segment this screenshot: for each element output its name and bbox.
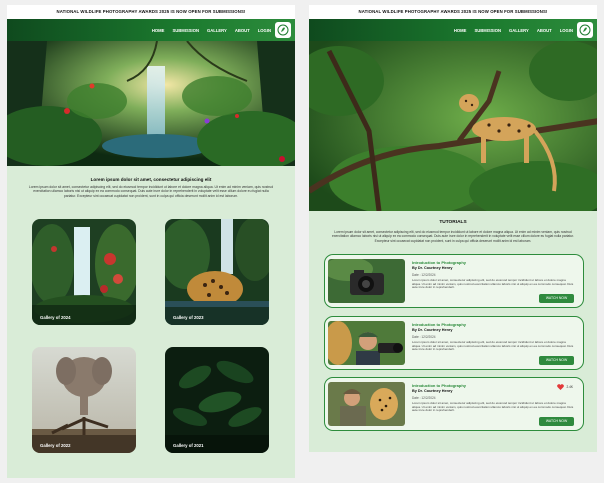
gallery-card-2021[interactable]: Gallery of 2021 <box>165 347 269 453</box>
intro-body: Lorem ipsum dolor sit amet, consectetur … <box>28 185 274 198</box>
tutorial-date: Date : 12/2/2024 <box>412 396 436 400</box>
tutorial-name[interactable]: Introduction to Photography <box>412 322 574 327</box>
tutorial-name[interactable]: Introduction to Photography <box>412 383 574 388</box>
gallery-label: Gallery of 2021 <box>173 443 204 448</box>
nav-submission[interactable]: SUBMISSION <box>474 28 501 33</box>
leaf-camera-logo-icon[interactable] <box>275 22 291 38</box>
nav-home[interactable]: HOME <box>152 28 165 33</box>
tutorial-description: Lorem ipsum dolor sit amet, consectetur … <box>412 340 574 352</box>
gallery-page-panel: NATIONAL WILDLIFE PHOTOGRAPHY AWARDS 202… <box>309 5 597 452</box>
intro-section: Lorem ipsum dolor sit amet, consectetur … <box>27 177 275 198</box>
heart-icon <box>557 384 565 390</box>
nav-login[interactable]: LOGIN <box>258 28 271 33</box>
tutorial-card[interactable]: Introduction to Photography By Dr. Court… <box>324 377 584 431</box>
gallery-card-2023[interactable]: Gallery of 2023 <box>165 219 269 325</box>
nav-about[interactable]: ABOUT <box>537 28 552 33</box>
tutorial-thumbnail-photographer <box>328 321 405 365</box>
tutorial-thumbnail-camera <box>328 259 405 303</box>
nav-bar: HOME SUBMISSION GALLERY ABOUT LOGIN <box>309 19 597 41</box>
like-count: 2.4K <box>566 385 573 389</box>
nav-login[interactable]: LOGIN <box>560 28 573 33</box>
tutorial-date: Date : 12/2/2024 <box>412 335 436 339</box>
leaf-camera-logo-icon[interactable] <box>577 22 593 38</box>
gallery-card-2022[interactable]: Gallery of 2022 <box>32 347 136 453</box>
intro-title: Lorem ipsum dolor sit amet, consectetur … <box>90 177 212 182</box>
hero-leopard-image <box>309 41 597 211</box>
gallery-label: Gallery of 2023 <box>173 315 204 320</box>
tutorial-card[interactable]: Introduction to Photography By Dr. Court… <box>324 254 584 308</box>
tutorial-description: Lorem ipsum dolor sit amet, consectetur … <box>412 278 574 290</box>
tutorial-description: Lorem ipsum dolor sit amet, consectetur … <box>412 401 574 413</box>
tutorial-date: Date : 12/2/2024 <box>412 273 436 277</box>
announcement-bar: NATIONAL WILDLIFE PHOTOGRAPHY AWARDS 202… <box>7 5 295 19</box>
tutorial-author: By Dr. Courtney Henry <box>412 328 453 332</box>
nav-bar: HOME SUBMISSION GALLERY ABOUT LOGIN <box>7 19 295 41</box>
tutorial-author: By Dr. Courtney Henry <box>412 389 453 393</box>
tutorial-card[interactable]: Introduction to Photography By Dr. Court… <box>324 316 584 370</box>
gallery-label: Gallery of 2024 <box>40 315 71 320</box>
tutorials-intro: Lorem ipsum dolor sit amet, consectetur … <box>332 230 574 243</box>
nav-home[interactable]: HOME <box>454 28 467 33</box>
watch-now-button[interactable]: WATCH NOW <box>539 417 574 426</box>
watch-now-button[interactable]: WATCH NOW <box>539 356 574 365</box>
gallery-card-2024[interactable]: Gallery of 2024 <box>32 219 136 325</box>
tutorial-name[interactable]: Introduction to Photography <box>412 260 574 265</box>
tutorial-thumbnail-cheetah <box>328 382 405 426</box>
like-button[interactable]: 2.4K <box>557 384 573 390</box>
nav-gallery[interactable]: GALLERY <box>509 28 529 33</box>
hero-jungle-waterfall-image <box>7 41 295 166</box>
watch-now-button[interactable]: WATCH NOW <box>539 294 574 303</box>
nav-about[interactable]: ABOUT <box>235 28 250 33</box>
home-page-panel: NATIONAL WILDLIFE PHOTOGRAPHY AWARDS 202… <box>7 5 295 478</box>
tutorials-title: TUTORIALS <box>439 220 467 225</box>
nav-submission[interactable]: SUBMISSION <box>172 28 199 33</box>
gallery-label: Gallery of 2022 <box>40 443 71 448</box>
tutorial-author: By Dr. Courtney Henry <box>412 266 453 270</box>
nav-gallery[interactable]: GALLERY <box>207 28 227 33</box>
announcement-bar: NATIONAL WILDLIFE PHOTOGRAPHY AWARDS 202… <box>309 5 597 19</box>
